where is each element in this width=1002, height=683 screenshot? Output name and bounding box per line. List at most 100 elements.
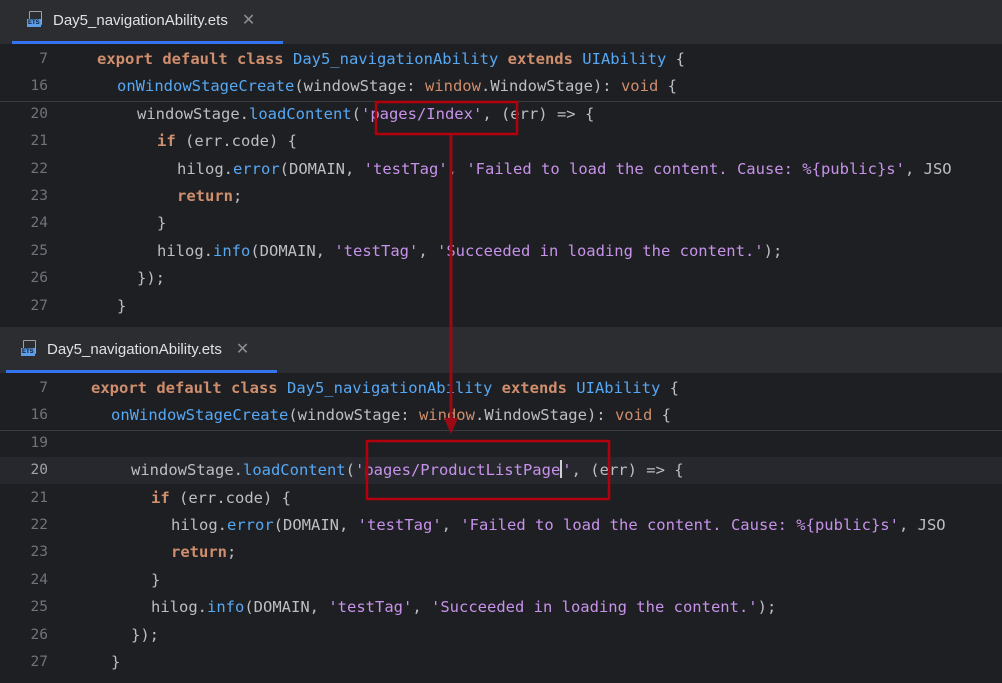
editor-panel-bottom: ETS Day5_navigationAbility.ets ✕ 7 export…: [0, 327, 1002, 683]
code-token: 'testTag': [363, 159, 448, 178]
code-line[interactable]: 16 onWindowStageCreate(windowStage: windo…: [0, 73, 1002, 101]
code-token: hilog.: [177, 159, 233, 178]
code-token: , JSO: [904, 159, 952, 178]
code-line[interactable]: 24}: [0, 210, 1002, 237]
code-token: Day5_navigationAbility: [292, 50, 499, 68]
code-token: (err.code) {: [179, 488, 291, 507]
code-line[interactable]: 27}: [0, 649, 1002, 676]
code-text: }: [111, 649, 120, 676]
code-line[interactable]: 23 return;: [0, 183, 1002, 210]
code-token: UIAbility: [576, 379, 661, 397]
close-icon[interactable]: ✕: [242, 10, 255, 30]
code-token: export: [97, 50, 163, 68]
code-token: ):: [592, 77, 621, 96]
code-text: windowStage.loadContent('pages/ProductLi…: [131, 457, 684, 484]
code-line[interactable]: 22 hilog.error(DOMAIN, 'testTag', 'Failed…: [0, 156, 1002, 183]
code-line[interactable]: 26});: [0, 265, 1002, 292]
code-token: WindowStage: [484, 406, 587, 425]
line-number: 27: [30, 654, 48, 670]
tab-file[interactable]: ETS Day5_navigationAbility.ets ✕: [27, 0, 255, 40]
code-token: 'pages/ProductListPage: [354, 461, 561, 480]
tab-bar: ETS Day5_navigationAbility.ets ✕: [0, 0, 1002, 44]
code-token: (DOMAIN,: [244, 598, 329, 617]
line-number: 22: [30, 160, 48, 177]
code-token: WindowStage: [490, 77, 593, 96]
code-token: void: [620, 77, 659, 96]
code-token: ,: [418, 241, 437, 260]
line-number: 23: [30, 188, 48, 204]
sticky-lines-separator: [0, 100, 1002, 102]
line-number: 24: [30, 571, 48, 588]
code-token: {: [666, 50, 685, 68]
code-token: default: [162, 50, 237, 68]
code-editor[interactable]: 7 export default class Day5_navigationAbi…: [0, 373, 1002, 683]
code-token: export: [91, 379, 157, 397]
code-token: class: [230, 379, 287, 397]
tab-filename: Day5_navigationAbility.ets: [47, 340, 222, 358]
code-token: , (err) => {: [482, 104, 595, 123]
code-text: }: [117, 293, 126, 320]
line-number: 25: [30, 242, 48, 259]
code-text: export default class Day5_navigationAbil…: [91, 375, 679, 402]
code-token: loadContent: [248, 104, 352, 123]
code-token: if: [151, 488, 179, 507]
code-text: onWindowStageCreate(windowStage: window.…: [111, 402, 671, 429]
line-number: 19: [30, 434, 48, 451]
code-token: extends: [501, 379, 577, 397]
code-token: ,: [412, 598, 431, 617]
code-token: hilog.: [157, 241, 213, 260]
tab-file[interactable]: ETS Day5_navigationAbility.ets ✕: [21, 329, 249, 369]
code-token: onWindowStageCreate: [111, 406, 289, 425]
code-token: ;: [227, 543, 237, 562]
code-text: if (err.code) {: [151, 485, 291, 512]
code-token: );: [757, 598, 777, 617]
code-token: info: [213, 241, 251, 260]
code-line[interactable]: 22 hilog.error(DOMAIN, 'testTag', 'Failed…: [0, 512, 1002, 539]
code-token: UIAbility: [582, 50, 667, 68]
ets-file-icon: ETS: [21, 340, 39, 358]
code-token: }: [111, 653, 121, 671]
code-line[interactable]: 26});: [0, 622, 1002, 649]
code-line[interactable]: 21 if (err.code) {: [0, 485, 1002, 512]
code-token: (windowStage:: [294, 77, 425, 96]
code-token: default: [156, 379, 231, 397]
code-text: export default class Day5_navigationAbil…: [97, 46, 685, 73]
code-token: 'Failed to load the content. Cause: %{pu…: [460, 516, 899, 534]
code-token: 'testTag': [328, 598, 413, 617]
code-line[interactable]: 27}: [0, 293, 1002, 320]
code-token: 'Failed to load the content. Cause: %{pu…: [466, 159, 905, 178]
code-line[interactable]: 21 if (err.code) {: [0, 128, 1002, 155]
code-text: onWindowStageCreate(windowStage: window.…: [117, 73, 677, 100]
code-line[interactable]: 16 onWindowStageCreate(windowStage: windo…: [0, 402, 1002, 430]
code-line[interactable]: 23 return;: [0, 539, 1002, 566]
code-token: ,: [447, 159, 467, 178]
code-token: 'Succeeded in loading the content.': [437, 241, 764, 260]
sticky-lines-separator: [0, 429, 1002, 431]
line-number: 7: [39, 380, 48, 396]
code-token: .: [474, 406, 485, 425]
line-number: 22: [30, 517, 48, 533]
code-line[interactable]: 20 windowStage.loadContent('pages/Product…: [0, 457, 1002, 485]
code-token: });: [131, 625, 159, 644]
code-line[interactable]: 19: [0, 430, 1002, 457]
code-line[interactable]: 25 hilog.info(DOMAIN, 'testTag', 'Succeed…: [0, 594, 1002, 621]
code-line[interactable]: 25 hilog.info(DOMAIN, 'testTag', 'Succeed…: [0, 238, 1002, 265]
code-text: });: [137, 265, 165, 292]
code-line[interactable]: 7 export default class Day5_navigationAbi…: [0, 375, 1002, 402]
code-token: , (err) => {: [571, 461, 684, 480]
code-editor[interactable]: 7 export default class Day5_navigationAbi…: [0, 44, 1002, 327]
close-icon[interactable]: ✕: [236, 339, 249, 359]
line-number: 16: [30, 407, 48, 424]
tab-bar: ETS Day5_navigationAbility.ets ✕: [0, 329, 1002, 373]
code-token: }: [151, 570, 161, 589]
code-text: });: [131, 622, 159, 649]
line-number: 24: [30, 215, 48, 232]
code-token: extends: [507, 50, 583, 68]
code-token: hilog.: [151, 598, 207, 617]
code-line[interactable]: 7 export default class Day5_navigationAbi…: [0, 46, 1002, 73]
code-line[interactable]: 24}: [0, 567, 1002, 594]
line-number: 16: [30, 78, 48, 95]
code-token: {: [652, 406, 671, 425]
code-line[interactable]: 20 windowStage.loadContent('pages/Index',…: [0, 101, 1002, 128]
code-token: info: [207, 598, 245, 617]
